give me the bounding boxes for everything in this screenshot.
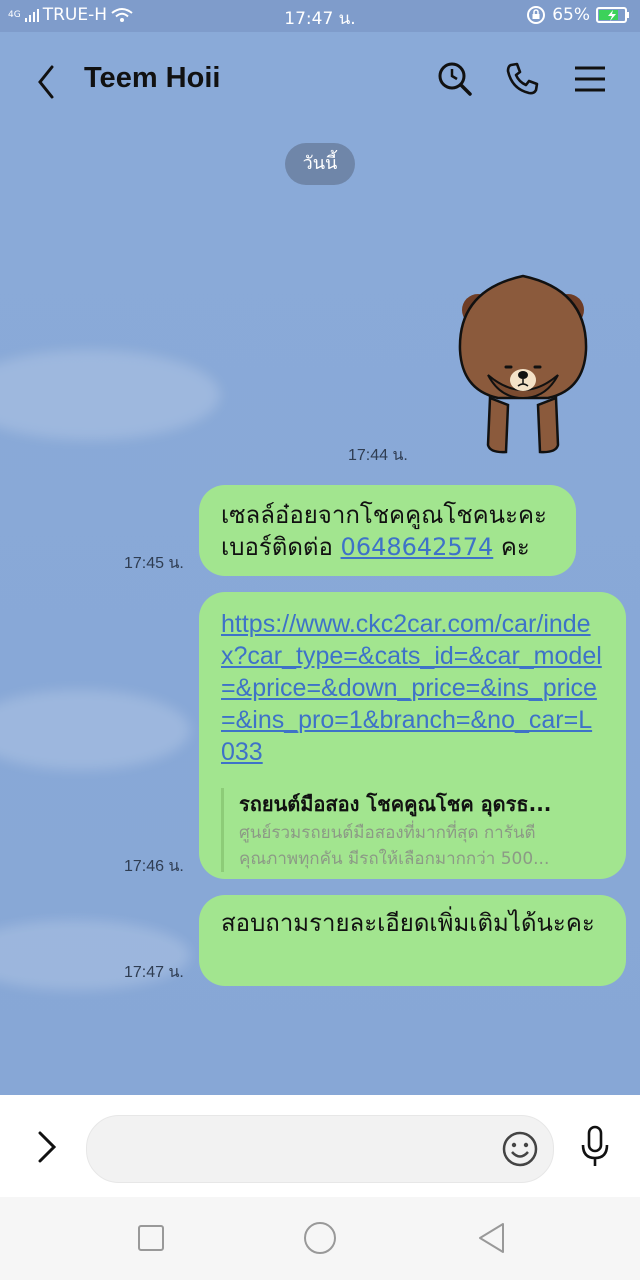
link-preview[interactable]: รถยนต์มือสอง โชคคูณโชค อุดรธ... ศูนย์รวม… [221, 788, 602, 872]
home-icon[interactable] [303, 1221, 337, 1255]
message-bubble[interactable]: สอบถามรายละเอียดเพิ่มเติมได้นะคะ [199, 895, 626, 986]
phone-icon[interactable] [503, 60, 541, 98]
back-nav-icon[interactable] [476, 1221, 506, 1255]
preview-title: รถยนต์มือสอง โชคคูณโชค อุดรธ... [239, 792, 552, 816]
status-time: 17:47 น. [284, 9, 356, 29]
battery-charging-icon [596, 7, 629, 23]
message-time: 17:45 น. [124, 555, 184, 572]
date-separator: วันนี้ [285, 143, 355, 185]
recent-apps-icon[interactable] [137, 1224, 165, 1252]
phone-link[interactable]: 0648642574 [341, 533, 494, 561]
background-cloud [0, 350, 220, 440]
system-nav-bar [0, 1197, 640, 1280]
contact-name[interactable]: Teem Hoii [84, 62, 220, 95]
search-history-icon[interactable] [436, 60, 474, 98]
message-time: 17:44 น. [348, 447, 408, 464]
brown-bear-sticker[interactable] [448, 270, 598, 460]
emoji-icon[interactable] [501, 1130, 539, 1168]
message-time: 17:47 น. [124, 964, 184, 981]
message-text: สอบถามรายละเอียดเพิ่มเติมได้นะคะ [221, 909, 595, 937]
message-input-bar [0, 1095, 640, 1197]
back-arrow-icon[interactable] [32, 62, 62, 102]
battery-percent: 65% [552, 5, 590, 25]
preview-description: ศูนย์รวมรถยนต์มือสองที่มากที่สุด การันตี… [239, 823, 550, 869]
link-message-bubble[interactable]: https://www.ckc2car.com/car/index?car_ty… [199, 592, 626, 879]
chat-header: Teem Hoii [0, 32, 640, 130]
message-time: 17:46 น. [124, 858, 184, 875]
message-text: เซลล์อ๋อยจากโชคคูณโชคนะคะ [221, 501, 547, 529]
message-text: เบอร์ติดต่อ 0648642574 คะ [221, 533, 530, 561]
microphone-icon[interactable] [578, 1125, 612, 1169]
url-link[interactable]: https://www.ckc2car.com/car/index?car_ty… [221, 608, 602, 768]
background-cloud [0, 690, 190, 770]
message-input[interactable] [86, 1115, 554, 1183]
menu-icon[interactable] [571, 60, 609, 98]
rotation-lock-icon [527, 6, 546, 24]
expand-chevron-icon[interactable] [34, 1129, 60, 1165]
chat-area[interactable]: วันนี้ 17:44 น. เซลล์อ๋อยจากโชคคูณโชคนะค… [0, 130, 640, 1095]
message-bubble[interactable]: เซลล์อ๋อยจากโชคคูณโชคนะคะ เบอร์ติดต่อ 06… [199, 485, 576, 576]
status-bar: 4G TRUE-H 17:47 น. 65% [0, 0, 640, 32]
